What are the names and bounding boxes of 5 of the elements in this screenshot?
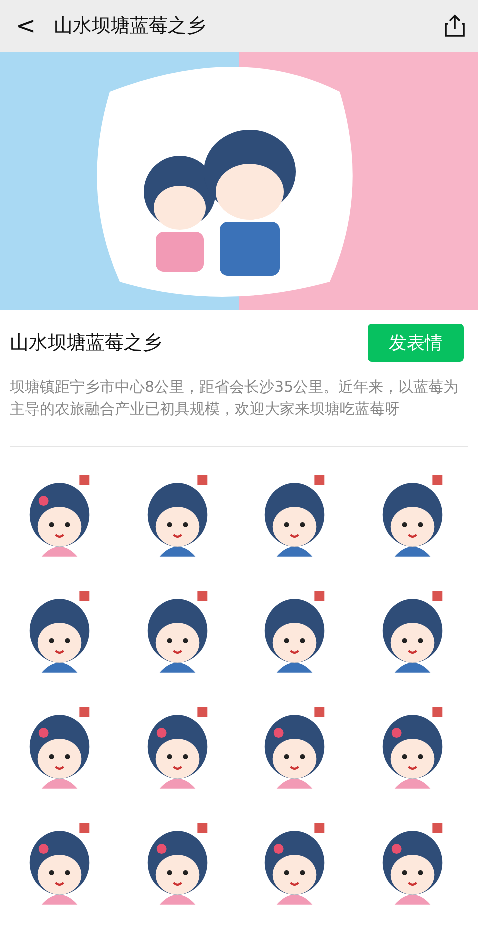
share-icon[interactable] [444,14,466,38]
back-button[interactable]: < [12,12,40,40]
pack-description: 坝塘镇距宁乡市中心8公里，距省会长沙35公里。近年来，以蓝莓为主导的农旅融合产业已初具规模，欢迎大家来坝塘吃蓝莓呀 [10,377,460,420]
pack-title: 山水坝塘蓝莓之乡 [10,331,162,356]
nav-title: 山水坝塘蓝莓之乡 [54,14,208,39]
